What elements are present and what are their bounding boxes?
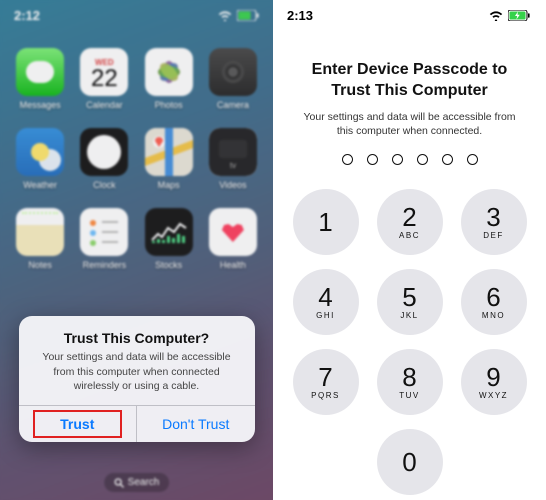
key-number: 7 [318, 364, 332, 390]
key-number: 1 [318, 209, 332, 235]
left-homescreen: 2:12 MessagesWED22CalendarPhotosCameraWe… [0, 0, 273, 500]
key-9[interactable]: 9WXYZ [461, 349, 527, 415]
key-4[interactable]: 4GHI [293, 269, 359, 335]
passcode-dot [392, 154, 403, 165]
status-bar-right: 2:13 [273, 0, 546, 24]
alert-title: Trust This Computer? [33, 330, 241, 346]
trust-alert: Trust This Computer? Your settings and d… [19, 316, 255, 442]
key-3[interactable]: 3DEF [461, 189, 527, 255]
key-number: 5 [402, 284, 416, 310]
key-1[interactable]: 1 [293, 189, 359, 255]
keypad: 1 2ABC 3DEF 4GHI 5JKL 6MNO 7PQRS 8TUV 9WXYZ 0 [295, 189, 524, 495]
right-passcode-screen: 2:13 Enter Device Passcode to Trust This… [273, 0, 546, 500]
key-6[interactable]: 6MNO [461, 269, 527, 335]
trust-button[interactable]: Trust [19, 406, 137, 442]
key-letters: ABC [399, 231, 420, 240]
key-letters: TUV [399, 391, 420, 400]
passcode-dot [342, 154, 353, 165]
key-number: 4 [318, 284, 332, 310]
key-number: 0 [402, 449, 416, 475]
key-5[interactable]: 5JKL [377, 269, 443, 335]
dont-trust-button[interactable]: Don't Trust [136, 406, 255, 442]
passcode-subtitle: Your settings and data will be accessibl… [295, 110, 524, 138]
wifi-icon [489, 10, 503, 21]
key-2[interactable]: 2ABC [377, 189, 443, 255]
key-0[interactable]: 0 [377, 429, 443, 495]
key-letters: PQRS [311, 391, 340, 400]
passcode-title: Enter Device Passcode to Trust This Comp… [295, 60, 524, 102]
key-letters: GHI [316, 311, 335, 320]
key-number: 8 [402, 364, 416, 390]
status-time: 2:13 [287, 8, 313, 23]
key-number: 3 [486, 204, 500, 230]
passcode-dot [417, 154, 428, 165]
battery-charging-icon [508, 10, 532, 21]
passcode-dot [442, 154, 453, 165]
key-letters: JKL [400, 311, 418, 320]
status-icons [489, 10, 532, 21]
key-letters: WXYZ [479, 391, 508, 400]
key-7[interactable]: 7PQRS [293, 349, 359, 415]
key-number: 9 [486, 364, 500, 390]
passcode-dot [467, 154, 478, 165]
key-number: 6 [486, 284, 500, 310]
key-8[interactable]: 8TUV [377, 349, 443, 415]
key-letters: MNO [482, 311, 505, 320]
passcode-dots [295, 154, 524, 165]
key-letters: DEF [483, 231, 504, 240]
passcode-dot [367, 154, 378, 165]
key-number: 2 [402, 204, 416, 230]
alert-message: Your settings and data will be accessibl… [33, 350, 241, 393]
